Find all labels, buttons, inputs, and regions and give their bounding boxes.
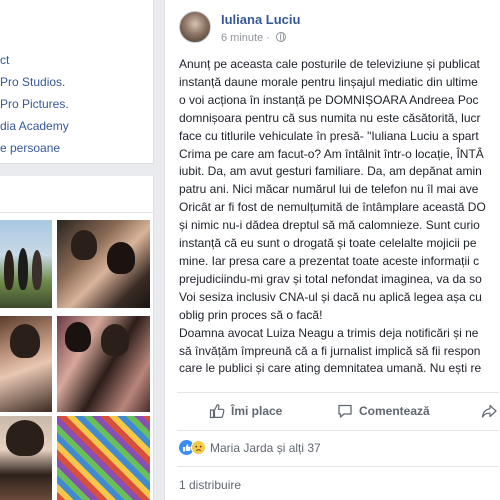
post-line: și nimic nu-i dădea dreptul să mă calomn… [179, 218, 480, 233]
photo-thumbnail[interactable] [0, 220, 52, 308]
post-meta: 6 minute · [221, 32, 286, 44]
reactions-divider [177, 466, 499, 467]
post-line: instanță că eu sunt o drogată și toate c… [179, 236, 477, 251]
intro-card: ct Pro Studios. Pro Pictures. dia Academ… [0, 0, 154, 164]
share-arrow-icon [481, 404, 497, 418]
post-line: să învățăm împreună că a fi jurnalist im… [179, 343, 481, 358]
intro-link-1[interactable]: ct [0, 49, 69, 71]
post-line: oblig prin proces să o facă! [179, 307, 323, 322]
intro-link-3[interactable]: Pro Pictures. [0, 93, 69, 115]
photo-thumbnail[interactable] [0, 316, 52, 412]
intro-link-4[interactable]: dia Academy [0, 115, 69, 137]
share-button[interactable] [481, 398, 500, 424]
comment-button[interactable]: Comentează [337, 398, 430, 424]
post-line: Crima pe care am facut-o? Am întâlnit în… [179, 146, 484, 161]
author-avatar[interactable] [179, 11, 211, 43]
post-line: iubit. Da, am avut gesturi familiare. Da… [179, 164, 482, 179]
post-line: domnișoara pentru că sus numita nu este … [179, 110, 481, 125]
post-body: Anunț pe aceasta cale posturile de telev… [179, 56, 500, 378]
photo-thumbnail[interactable] [57, 416, 150, 500]
post-actions: Îmi place Comentează [165, 398, 500, 424]
intro-link-2[interactable]: Pro Studios. [0, 71, 69, 93]
post-line: face cu titlurile vehiculate în presă- "… [179, 128, 479, 143]
photo-thumbnail[interactable] [0, 416, 52, 500]
comment-icon [338, 404, 352, 418]
post-time[interactable]: 6 minute [221, 32, 263, 44]
intro-links: ct Pro Studios. Pro Pictures. dia Academ… [0, 49, 69, 159]
sad-reaction-icon [191, 440, 206, 455]
globe-icon[interactable] [276, 32, 286, 42]
comment-label: Comentează [359, 404, 430, 418]
actions-divider-bottom [177, 430, 499, 431]
post-line: Voi sesiza inclusiv CNA-ul și dacă nu ap… [179, 289, 482, 304]
post-line: Oricât ar fi fost de nemulțumită de întâ… [179, 200, 486, 215]
reactions-names[interactable]: Maria Jarda și alți 37 [210, 441, 321, 455]
actions-divider-top [177, 392, 499, 393]
like-label: Îmi place [231, 404, 283, 418]
thumbs-up-icon [209, 404, 225, 419]
post-line: instanță daune morale pentru linșajul me… [179, 74, 478, 89]
reactions-summary[interactable]: Maria Jarda și alți 37 [179, 440, 321, 458]
post-line: patru ani. Nici măcar numărul lui de tel… [179, 182, 479, 197]
photos-card [0, 176, 154, 500]
photos-divider [0, 212, 154, 213]
photo-thumbnail[interactable] [57, 220, 150, 308]
author-name[interactable]: Iuliana Luciu [221, 12, 300, 27]
intro-link-5[interactable]: e persoane [0, 137, 69, 159]
post-line: Anunț pe aceasta cale posturile de telev… [179, 57, 480, 71]
like-button[interactable]: Îmi place [209, 398, 282, 424]
post-card: Iuliana Luciu 6 minute · Anunț pe aceast… [164, 0, 500, 500]
photo-thumbnail[interactable] [57, 316, 150, 412]
post-line: o voi acționa în instanță pe DOMNIȘOARA … [179, 92, 479, 107]
post-line: mine. Iar presa care a prezentat toate a… [179, 253, 480, 268]
post-line: care le publici și care ating demnitatea… [179, 361, 482, 376]
meta-separator: · [266, 32, 270, 44]
post-line: prejudiciindu-mi grav și total nefondat … [179, 271, 482, 286]
shares-count[interactable]: 1 distribuire [179, 478, 241, 492]
post-line: Doamna avocat Luiza Neagu a trimis deja … [179, 325, 479, 340]
